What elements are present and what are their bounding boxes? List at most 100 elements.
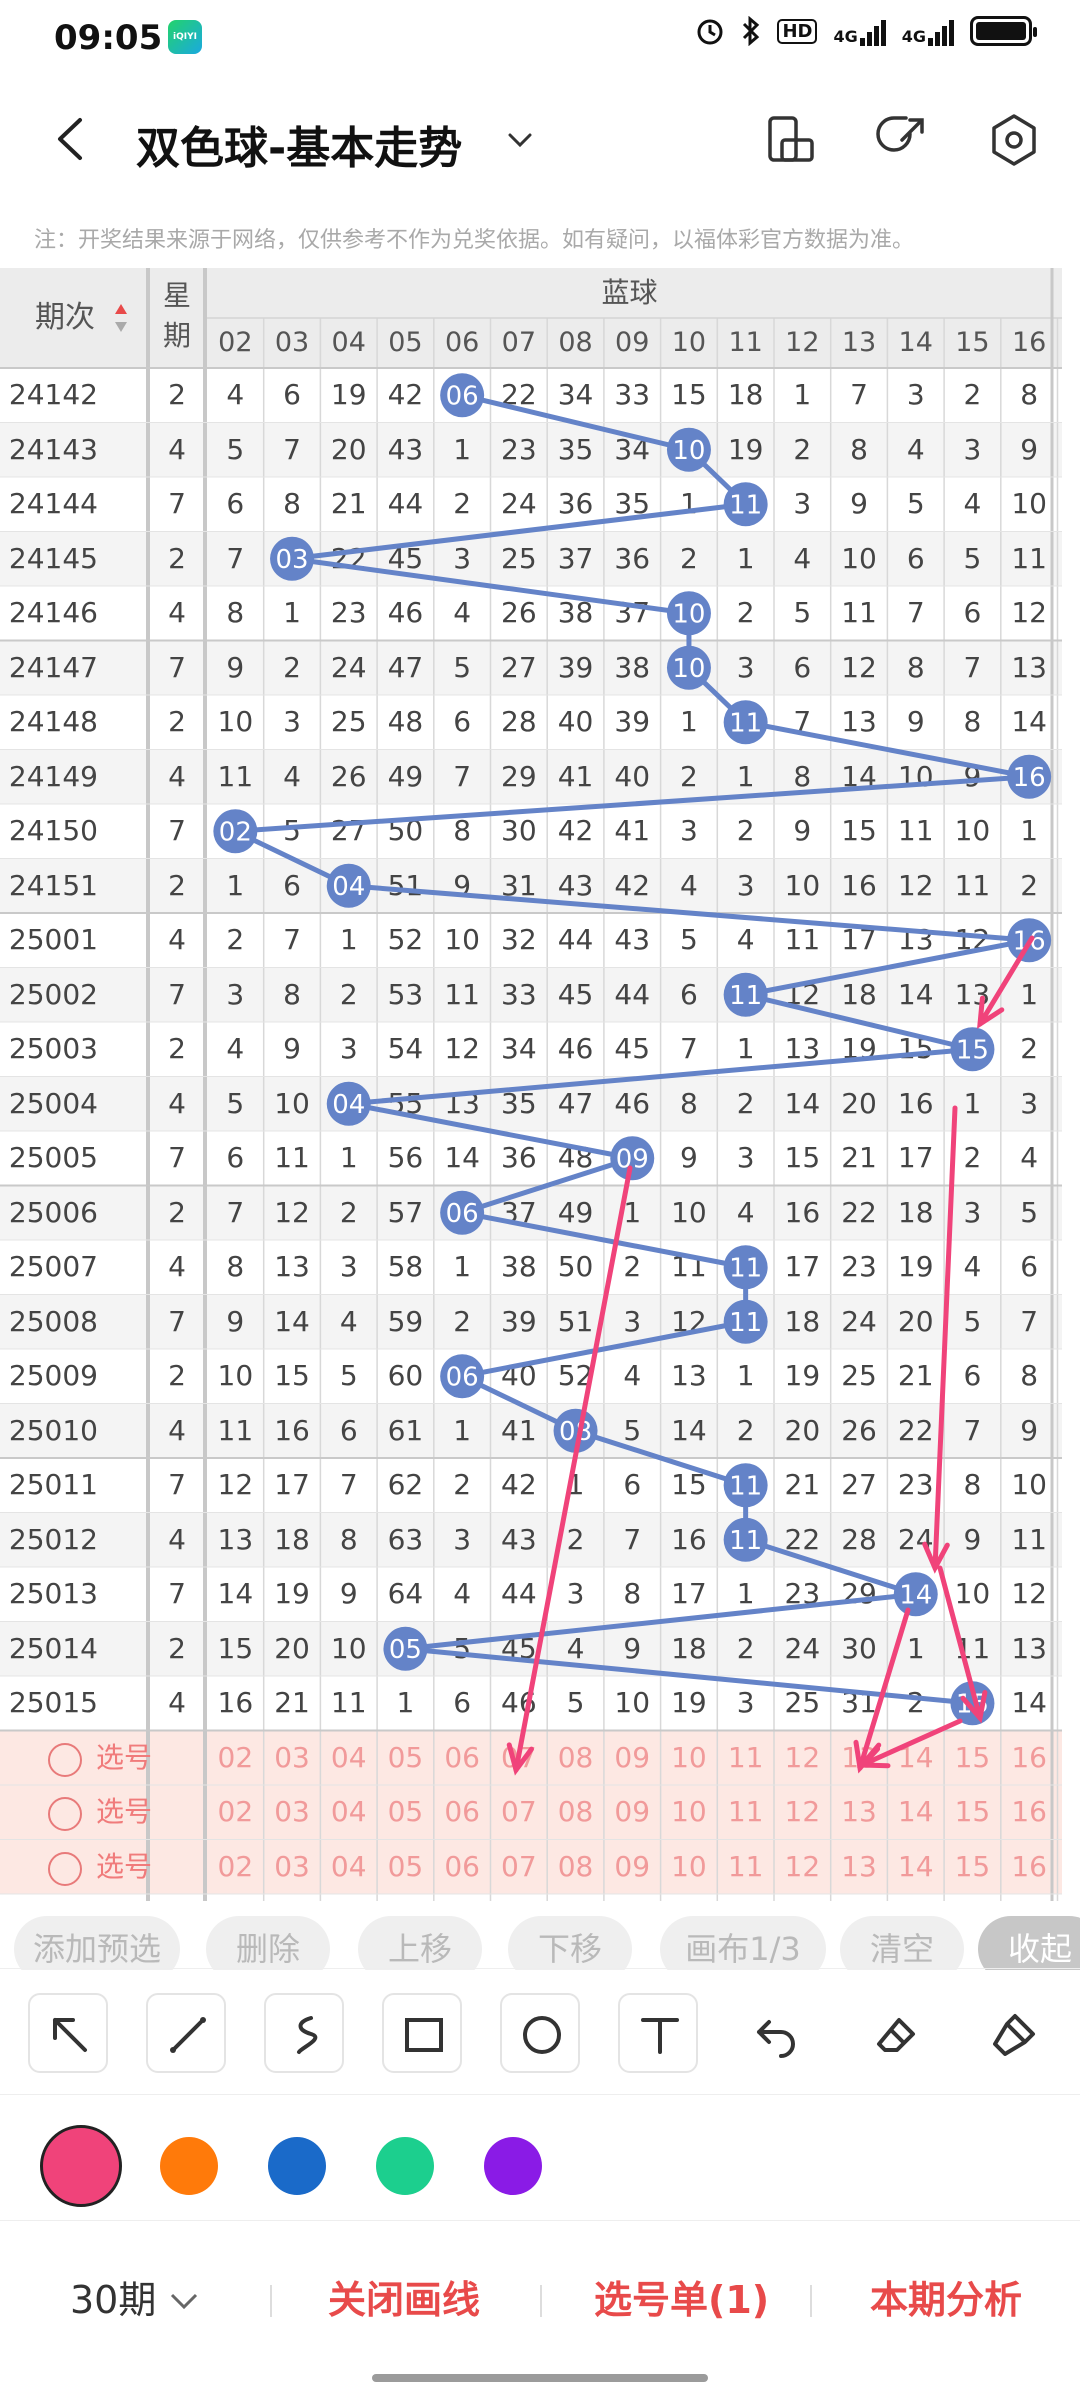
move-up-button[interactable]: 上移: [358, 1916, 482, 1970]
ball-cell: 17: [671, 1577, 707, 1610]
pick-ball-10[interactable]: 10: [661, 1840, 718, 1895]
collapse-button[interactable]: 收起: [978, 1916, 1080, 1970]
curve-tool-button[interactable]: [264, 1993, 344, 2073]
ball-cell: 5: [453, 650, 472, 684]
period-cell: 25004: [8, 1086, 98, 1120]
pick-ball-04[interactable]: 04: [320, 1785, 377, 1840]
pick-ball-09[interactable]: 09: [604, 1731, 661, 1786]
pick-ball-08[interactable]: 08: [547, 1785, 604, 1840]
pick-ball-05[interactable]: 05: [377, 1785, 434, 1840]
pick-ball-12[interactable]: 12: [774, 1840, 831, 1895]
screen-orientation-icon[interactable]: [760, 110, 820, 170]
pick-ball-04[interactable]: 04: [320, 1731, 377, 1786]
pick-ball-12[interactable]: 12: [774, 1731, 831, 1786]
pick-ball-03[interactable]: 03: [264, 1731, 321, 1786]
blue-col-04: 04: [331, 327, 366, 358]
line-tool-button[interactable]: [146, 1993, 226, 2073]
period-selector[interactable]: 30期: [70, 2269, 200, 2324]
color-swatch-orange[interactable]: [160, 2137, 218, 2195]
blue-col-09: 09: [615, 327, 650, 358]
sort-icon[interactable]: [114, 302, 128, 334]
pick-ball-14[interactable]: 14: [887, 1731, 944, 1786]
analysis-button[interactable]: 本期分析: [870, 2269, 1022, 2324]
ball-cell: 20: [841, 1086, 877, 1120]
ball-cell: 63: [387, 1522, 424, 1556]
pick-ball-16[interactable]: 16: [1001, 1785, 1058, 1840]
pick-ball-13[interactable]: 13: [831, 1731, 888, 1786]
pick-ball-10[interactable]: 10: [661, 1785, 718, 1840]
ball-cell: 19: [330, 378, 367, 411]
bluetooth-icon: [743, 16, 760, 46]
pick-ball-13[interactable]: 13: [831, 1840, 888, 1895]
pick-ball-02[interactable]: 02: [207, 1731, 264, 1786]
rectangle-tool-button[interactable]: [382, 1993, 462, 2073]
hd-icon: HD: [777, 18, 818, 44]
move-down-button[interactable]: 下移: [508, 1916, 632, 1970]
pick-ball-10[interactable]: 10: [661, 1731, 718, 1786]
ball-cell: 41: [614, 814, 651, 847]
pick-ball-15[interactable]: 15: [944, 1785, 1001, 1840]
arrow-tool-button[interactable]: [28, 1993, 108, 2073]
pick-ball-07[interactable]: 07: [491, 1731, 548, 1786]
pick-ball-11[interactable]: 11: [717, 1840, 774, 1895]
pick-ball-06[interactable]: 06: [434, 1840, 491, 1895]
pick-ball-04[interactable]: 04: [320, 1840, 377, 1895]
pick-ball-06[interactable]: 06: [434, 1731, 491, 1786]
pick-ball-07[interactable]: 07: [491, 1785, 548, 1840]
page-title[interactable]: 双色球-基本走势: [136, 112, 462, 176]
pick-radio[interactable]: [48, 1797, 82, 1831]
ball-cell: 15: [841, 814, 877, 847]
pick-ball-06[interactable]: 06: [434, 1785, 491, 1840]
ball-cell: 3: [566, 1577, 585, 1610]
color-swatch-purple[interactable]: [484, 2137, 542, 2195]
clear-button[interactable]: 清空: [840, 1916, 964, 1970]
clear-canvas-tool-button[interactable]: [972, 1993, 1052, 2073]
pick-ball-15[interactable]: 15: [944, 1840, 1001, 1895]
add-preselect-button[interactable]: 添加预选: [14, 1916, 180, 1970]
pick-list-button[interactable]: 选号单(1): [594, 2269, 769, 2324]
back-arrow-icon[interactable]: [48, 114, 98, 164]
pick-ball-15[interactable]: 15: [944, 1731, 1001, 1786]
pick-ball-03[interactable]: 03: [264, 1785, 321, 1840]
canvas-page-button[interactable]: 画布1/3: [660, 1916, 826, 1970]
pick-radio[interactable]: [48, 1851, 82, 1886]
pick-ball-14[interactable]: 14: [887, 1785, 944, 1840]
pick-ball-11[interactable]: 11: [717, 1785, 774, 1840]
pick-ball-07[interactable]: 07: [491, 1840, 548, 1895]
period-cell: 25014: [8, 1631, 98, 1665]
pick-ball-11[interactable]: 11: [717, 1731, 774, 1786]
pick-ball-16[interactable]: 16: [1001, 1731, 1058, 1786]
color-swatch-pink-selected[interactable]: [40, 2125, 122, 2207]
chevron-down-icon[interactable]: [500, 120, 540, 160]
color-swatch-blue[interactable]: [268, 2137, 326, 2195]
undo-tool-button[interactable]: [736, 1993, 816, 2073]
ball-cell: 20: [784, 1413, 821, 1447]
ball-cell: 14: [671, 1413, 707, 1447]
close-draw-button[interactable]: 关闭画线: [328, 2269, 480, 2324]
ball-cell: 16: [1011, 923, 1047, 956]
pick-ball-03[interactable]: 03: [264, 1840, 321, 1895]
pick-ball-05[interactable]: 05: [377, 1731, 434, 1786]
pick-ball-12[interactable]: 12: [774, 1785, 831, 1840]
delete-button[interactable]: 删除: [206, 1916, 330, 1970]
pick-ball-02[interactable]: 02: [207, 1785, 264, 1840]
pick-ball-09[interactable]: 09: [604, 1840, 661, 1895]
pick-ball-08[interactable]: 08: [547, 1731, 604, 1786]
pick-ball-09[interactable]: 09: [604, 1785, 661, 1840]
pick-ball-13[interactable]: 13: [831, 1785, 888, 1840]
ball-cell: 8: [623, 1577, 642, 1610]
pick-ball-02[interactable]: 02: [207, 1840, 264, 1895]
weekday-cell: 2: [168, 705, 186, 738]
pick-ball-08[interactable]: 08: [547, 1840, 604, 1895]
share-icon[interactable]: [872, 110, 932, 170]
pick-ball-05[interactable]: 05: [377, 1840, 434, 1895]
eraser-tool-button[interactable]: [854, 1993, 934, 2073]
circle-tool-button[interactable]: [500, 1993, 580, 2073]
ball-cell: 4: [793, 541, 812, 575]
pick-ball-14[interactable]: 14: [887, 1840, 944, 1895]
settings-icon[interactable]: [984, 110, 1044, 170]
text-tool-button[interactable]: [618, 1993, 698, 2073]
pick-radio[interactable]: [48, 1742, 82, 1777]
color-swatch-green[interactable]: [376, 2137, 434, 2195]
pick-ball-16[interactable]: 16: [1001, 1840, 1058, 1895]
